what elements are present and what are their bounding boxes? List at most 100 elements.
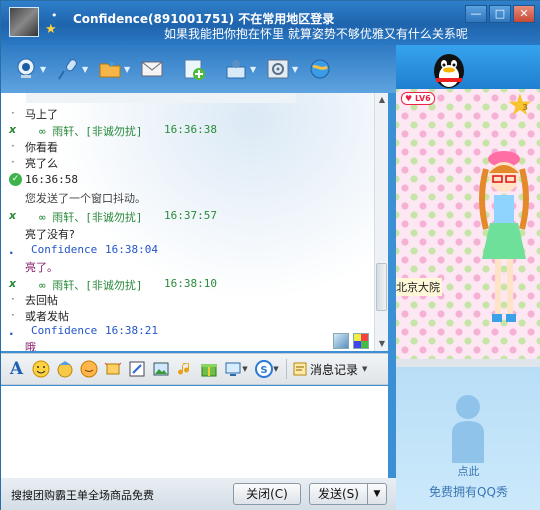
chevron-down-icon[interactable]: ▼ [250,65,256,74]
color-palette-icon[interactable] [353,333,369,349]
message-text: 或者发帖 [25,310,69,323]
level-badge: ♥ LV6 [401,92,435,105]
search-icon[interactable]: S ▼ [253,359,281,380]
chat-window: • ★ Confidence(891001751) 不在常用地区登录 如果我能把… [0,0,540,510]
message-text: 去回帖 [25,294,58,307]
self-mark-icon: . [9,243,14,257]
sender-name: ∞ 雨轩、[非诚勿扰] [39,211,143,224]
shake-icon[interactable] [102,359,123,380]
minimize-icon[interactable]: — [465,5,487,23]
message-time: 16:36:58 [25,173,78,186]
self-mark-icon: . [9,324,14,338]
font-icon[interactable]: A [6,359,27,380]
chevron-down-icon[interactable]: ▼ [292,65,298,74]
message-text: 马上了 [25,108,58,121]
chevron-down-icon[interactable]: ▼ [273,365,278,373]
status-indicator: • [51,9,58,22]
screenshot-icon[interactable] [126,359,147,380]
music-icon[interactable] [174,359,195,380]
level-text: LV6 [414,94,431,103]
avatar-figure-icon [479,151,529,322]
history-label: 消息记录 [310,362,359,377]
contact-mark-icon: x [9,277,17,290]
ad-link[interactable]: 搜搜团购霸王单全场商品免费 [11,487,154,503]
message-text: 亮了么 [25,157,58,170]
scroll-down-icon[interactable]: ▼ [375,337,389,351]
send-mail-button[interactable] [139,50,181,88]
send-options-button[interactable]: ▼ [367,483,387,505]
chat-scrollbar[interactable]: ▲ ▼ [374,93,388,351]
message-text: 亮了。 [25,261,58,274]
message-text: 你看看 [25,141,58,154]
chevron-down-icon[interactable]: ▼ [82,65,88,74]
sender-name: Confidence [31,324,98,337]
free-qq-show-link[interactable]: 免费拥有QQ秀 [396,483,540,500]
message-history-button[interactable]: 消息记录 ▼ [292,361,367,378]
microphone-icon [55,56,81,82]
message-time: 16:37:57 [164,209,217,222]
chat-history[interactable]: · 马上了 x ∞ 雨轩、[非诚勿扰] 16:36:38 · 你看看 · 亮了么… [1,93,388,351]
voice-call-button[interactable]: ▼ [55,50,97,88]
qq-show-panel[interactable]: ♥ LV6 ★ 3 北京大院 [396,89,540,359]
person-silhouette-icon [452,395,484,463]
message-time: 16:36:38 [164,123,217,136]
click-here-text[interactable]: 点此 [396,463,540,479]
send-file-button[interactable]: ▼ [97,50,139,88]
close-button[interactable]: 关闭(C) [233,483,301,505]
sender-name: ∞ 雨轩、[非诚勿扰] [39,279,143,292]
sign-label: 北京大院 [396,278,442,296]
message-text: 亮了没有? [25,228,75,241]
bottom-bar: 搜搜团购霸王单全场商品免费 关闭(C) 发送(S) ▼ [1,478,396,510]
maximize-icon[interactable]: □ [489,5,511,23]
format-toolbar: A ▼ S ▼ 消息记录 ▼ [1,353,388,385]
chevron-down-icon[interactable]: ▼ [124,65,130,74]
qq-banner[interactable] [396,45,540,89]
svg-text:S: S [261,365,268,376]
chevron-down-icon[interactable]: ▼ [40,65,46,74]
magic-face-icon[interactable] [54,359,75,380]
doodle-icon[interactable] [78,359,99,380]
message-time: 16:38:21 [105,324,158,337]
gear-icon [265,56,291,82]
person-card-icon [223,56,249,82]
send-button[interactable]: 发送(S) [309,483,367,505]
settings-button[interactable]: ▼ [265,50,307,88]
message-input[interactable] [1,386,388,478]
divider [396,359,540,367]
chevron-down-icon[interactable]: ▼ [362,365,367,373]
mail-icon [139,56,165,82]
video-call-button[interactable]: ▼ [13,50,55,88]
own-qq-show-panel[interactable]: 点此 免费拥有QQ秀 [396,367,540,510]
contact-info-button[interactable]: ▼ [223,50,265,88]
plus-icon [181,56,207,82]
add-app-button[interactable] [181,50,223,88]
image-icon[interactable] [150,359,171,380]
bullet: · [11,155,15,169]
qq-penguin-icon [434,54,464,88]
folder-icon [97,56,123,82]
message-time: 16:38:10 [164,277,217,290]
contact-mark-icon: x [9,123,17,136]
remote-assist-button[interactable] [307,50,349,88]
close-icon[interactable]: ✕ [513,5,535,23]
avatar[interactable] [9,7,39,37]
scroll-thumb[interactable] [376,263,387,311]
right-panel: ♥ LV6 ★ 3 北京大院 点此 免费拥有QQ秀 [396,45,540,510]
sender-name: ∞ 雨轩、[非诚勿扰] [39,125,143,138]
title-bar[interactable]: • ★ Confidence(891001751) 不在常用地区登录 如果我能把… [1,1,540,45]
screen-share-icon[interactable]: ▼ [222,359,250,380]
main-toolbar: ▼ ▼ ▼ ▼ ▼ [1,45,396,93]
bullet: · [11,139,15,153]
webcam-icon [13,56,39,82]
check-icon: ✓ [9,173,22,186]
contact-signature: 如果我能把你抱在怀里 就算姿势不够优雅又有什么关系呢 [164,27,468,41]
expand-icon[interactable] [333,333,349,349]
message-text: 您发送了一个窗口抖动。 [25,192,146,205]
history-icon [293,362,307,376]
star-icon[interactable]: ★ [504,91,536,123]
gift-icon[interactable] [198,359,219,380]
scroll-up-icon[interactable]: ▲ [375,93,389,107]
sender-name: Confidence [31,243,98,256]
smiley-icon[interactable] [30,359,51,380]
chevron-down-icon[interactable]: ▼ [242,365,247,373]
